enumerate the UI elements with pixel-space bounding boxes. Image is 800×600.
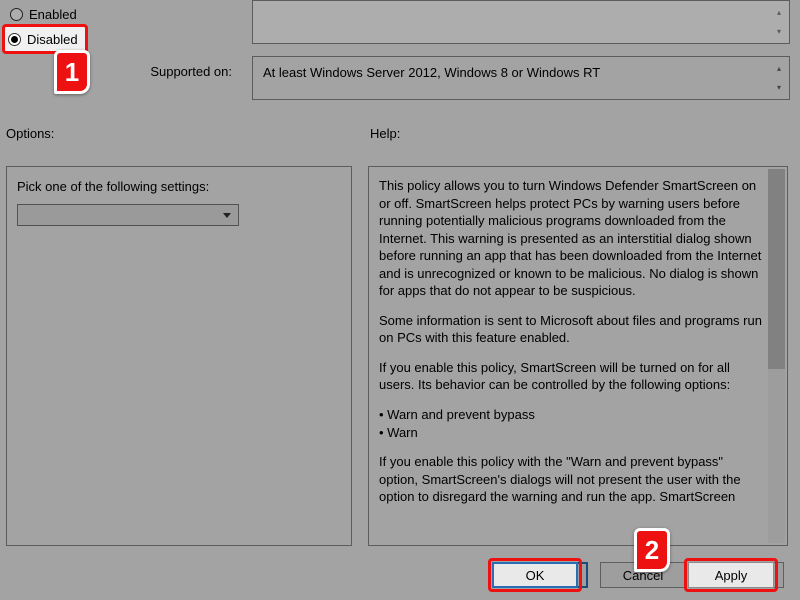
cancel-button-label: Cancel (623, 568, 663, 583)
supported-scroll-down[interactable]: ▾ (771, 78, 787, 97)
options-prompt: Pick one of the following settings: (17, 179, 341, 194)
help-scrollbar[interactable] (768, 169, 785, 543)
help-panel: This policy allows you to turn Windows D… (368, 166, 788, 546)
help-bullet: • Warn (379, 424, 763, 442)
apply-button[interactable]: Apply (698, 562, 784, 588)
radio-enabled[interactable]: Enabled (0, 2, 80, 26)
dialog-buttons: OK Cancel Apply (502, 562, 784, 588)
radio-icon-checked (10, 34, 23, 47)
supported-on-box: At least Windows Server 2012, Windows 8 … (252, 56, 790, 100)
comment-textbox[interactable]: ▴ ▾ (252, 0, 790, 44)
help-paragraph: If you enable this policy, SmartScreen w… (379, 359, 763, 394)
ok-button-label: OK (536, 568, 555, 583)
radio-icon (10, 8, 23, 21)
apply-button-label: Apply (725, 568, 758, 583)
comment-scroll-up[interactable]: ▴ (771, 3, 787, 22)
help-scroll-thumb[interactable] (768, 169, 785, 369)
help-paragraph: Some information is sent to Microsoft ab… (379, 312, 763, 347)
help-heading: Help: (370, 126, 400, 141)
options-heading: Options: (6, 126, 54, 141)
radio-disabled[interactable]: Disabled (0, 28, 80, 52)
help-bullet: • Warn and prevent bypass (379, 406, 763, 424)
help-paragraph: If you enable this policy with the "Warn… (379, 453, 763, 506)
supported-on-value: At least Windows Server 2012, Windows 8 … (263, 65, 600, 80)
options-dropdown[interactable] (17, 204, 239, 226)
radio-enabled-label: Enabled (29, 7, 77, 22)
comment-scroll-down[interactable]: ▾ (771, 22, 787, 41)
policy-dialog: ▴ ▾ Enabled Disabled At least Windows Se… (0, 0, 800, 600)
supported-scroll-up[interactable]: ▴ (771, 59, 787, 78)
ok-button[interactable]: OK (502, 562, 588, 588)
cancel-button[interactable]: Cancel (600, 562, 686, 588)
help-paragraph: This policy allows you to turn Windows D… (379, 177, 763, 300)
radio-disabled-label: Disabled (29, 33, 80, 48)
options-panel: Pick one of the following settings: (6, 166, 352, 546)
supported-on-label: Supported on: (0, 56, 242, 79)
